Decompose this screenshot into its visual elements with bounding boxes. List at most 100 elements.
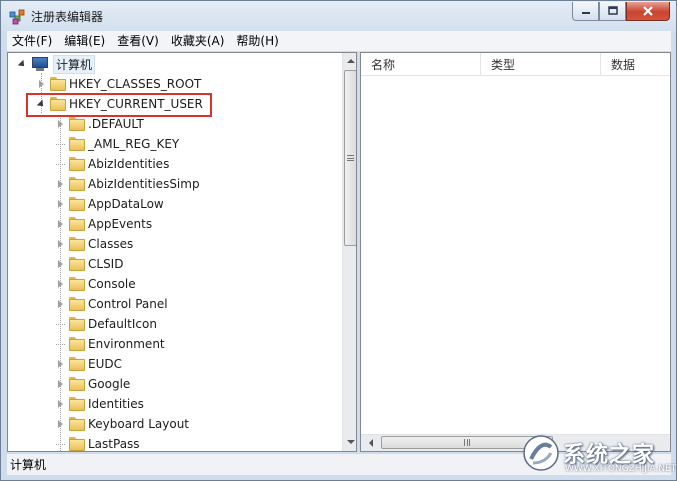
window-controls <box>572 2 670 22</box>
folder-icon <box>69 397 85 411</box>
folder-icon <box>69 257 85 271</box>
expand-icon[interactable] <box>56 419 65 429</box>
folder-icon <box>50 77 66 91</box>
tree-item-label: HKEY_CLASSES_ROOT <box>69 77 202 91</box>
minimize-icon <box>581 12 590 14</box>
tree-item-subkey[interactable]: Classes <box>56 234 133 254</box>
grip-icon <box>464 439 470 446</box>
tree-connector <box>56 324 65 325</box>
tree-item-label: Environment <box>88 337 165 351</box>
tree-item-label: DefaultIcon <box>88 317 157 331</box>
tree-item-label: AbizIdentitiesSimp <box>88 177 200 191</box>
tree-item-subkey[interactable]: Environment <box>56 334 165 354</box>
minimize-button[interactable] <box>572 2 599 21</box>
folder-icon <box>69 437 85 451</box>
tree-item-subkey[interactable]: EUDC <box>56 354 122 374</box>
computer-icon <box>31 57 49 71</box>
expand-icon[interactable] <box>56 399 65 409</box>
expand-icon[interactable] <box>56 119 65 129</box>
tree-item-subkey[interactable]: Google <box>56 374 130 394</box>
close-icon <box>643 6 653 16</box>
folder-icon <box>69 337 85 351</box>
tree-item-subkey[interactable]: Console <box>56 274 136 294</box>
close-button[interactable] <box>626 2 670 21</box>
tree-item-label: Classes <box>88 237 134 251</box>
expand-icon[interactable] <box>37 79 46 89</box>
tree-item-computer[interactable]: 计算机 <box>17 54 96 74</box>
folder-icon <box>69 237 85 251</box>
values-list-pane[interactable]: 名称 类型 数据 <box>360 52 671 452</box>
tree-item-subkey[interactable]: .DEFAULT <box>56 114 144 134</box>
tree-item-label: 计算机 <box>53 54 96 74</box>
tree-item-subkey[interactable]: AppDataLow <box>56 194 164 214</box>
tree-item-subkey[interactable]: Keyboard Layout <box>56 414 189 434</box>
tree-item-label: AppEvents <box>88 217 153 231</box>
tree-item-label: Identities <box>88 397 144 411</box>
header-divider <box>361 75 670 76</box>
column-header-type[interactable]: 类型 <box>481 53 601 75</box>
registry-editor-app-icon <box>9 9 25 25</box>
tree-connector <box>56 444 65 445</box>
tree-item-hkey-classes-root[interactable]: HKEY_CLASSES_ROOT <box>37 74 201 94</box>
folder-icon <box>69 217 85 231</box>
tree-item-label: EUDC <box>88 357 122 371</box>
collapse-icon[interactable] <box>17 59 27 69</box>
tree-item-label: AppDataLow <box>88 197 164 211</box>
folder-icon <box>69 117 85 131</box>
watermark: 系统之家 WWW.XITONGZHIJIA.NET <box>521 431 676 475</box>
tree-vertical-scrollbar[interactable] <box>342 53 356 451</box>
expand-icon[interactable] <box>56 299 65 309</box>
tree-item-subkey[interactable]: CLSID <box>56 254 123 274</box>
scroll-left-button[interactable] <box>363 435 379 451</box>
tree-item-subkey[interactable]: DefaultIcon <box>56 314 157 334</box>
column-header-data[interactable]: 数据 <box>601 53 670 75</box>
expand-icon[interactable] <box>56 359 65 369</box>
expand-icon[interactable] <box>56 179 65 189</box>
expand-icon[interactable] <box>56 219 65 229</box>
menu-favorites[interactable]: 收藏夹(A) <box>166 31 230 51</box>
maximize-button[interactable] <box>599 2 626 21</box>
watermark-logo-icon <box>523 435 559 471</box>
registry-tree-pane[interactable]: 计算机 HKEY_CLASSES_ROOT HKEY_CURRENT_USER … <box>7 52 357 452</box>
arrow-left-icon <box>369 439 373 447</box>
folder-icon <box>69 317 85 331</box>
arrow-down-icon <box>347 440 355 444</box>
tree-item-subkey[interactable]: AppEvents <box>56 214 152 234</box>
tree-item-label: CLSID <box>88 257 124 271</box>
scroll-down-button[interactable] <box>343 434 356 450</box>
expand-icon[interactable] <box>56 259 65 269</box>
registry-editor-window: 注册表编辑器 文件(F) 编辑(E) 查看(V) 收藏夹(A) 帮助(H) 计算… <box>0 0 677 481</box>
tree-connector <box>56 144 65 145</box>
menu-help[interactable]: 帮助(H) <box>231 31 283 51</box>
watermark-url: WWW.XITONGZHIJIA.NET <box>565 464 677 474</box>
tree-item-label: AbizIdentities <box>88 157 170 171</box>
tree-item-label: Google <box>88 377 131 391</box>
scroll-thumb[interactable] <box>344 70 356 246</box>
tree-item-subkey[interactable]: _AML_REG_KEY <box>56 134 179 154</box>
tree-item-subkey[interactable]: AbizIdentitiesSimp <box>56 174 200 194</box>
arrow-up-icon <box>347 59 355 63</box>
menu-view[interactable]: 查看(V) <box>112 31 164 51</box>
expand-icon[interactable] <box>56 279 65 289</box>
grip-icon <box>347 155 354 161</box>
tree-item-label: Keyboard Layout <box>88 417 190 431</box>
tree-item-subkey[interactable]: LastPass <box>56 434 140 451</box>
tree-item-subkey[interactable]: Identities <box>56 394 144 414</box>
tree-connector <box>56 344 65 345</box>
column-header-name[interactable]: 名称 <box>361 53 481 75</box>
expand-icon[interactable] <box>56 239 65 249</box>
tree-item-subkey[interactable]: AbizIdentities <box>56 154 169 174</box>
folder-icon <box>69 177 85 191</box>
menu-file[interactable]: 文件(F) <box>7 31 57 51</box>
folder-icon <box>69 277 85 291</box>
expand-icon[interactable] <box>56 379 65 389</box>
scroll-up-button[interactable] <box>343 53 356 69</box>
folder-icon <box>69 357 85 371</box>
menu-edit[interactable]: 编辑(E) <box>59 31 110 51</box>
title-bar[interactable]: 注册表编辑器 <box>1 1 676 31</box>
expand-icon[interactable] <box>56 199 65 209</box>
tree-connector <box>56 164 65 165</box>
tree-item-label: .DEFAULT <box>88 117 144 131</box>
tree-item-subkey[interactable]: Control Panel <box>56 294 168 314</box>
folder-icon <box>69 197 85 211</box>
